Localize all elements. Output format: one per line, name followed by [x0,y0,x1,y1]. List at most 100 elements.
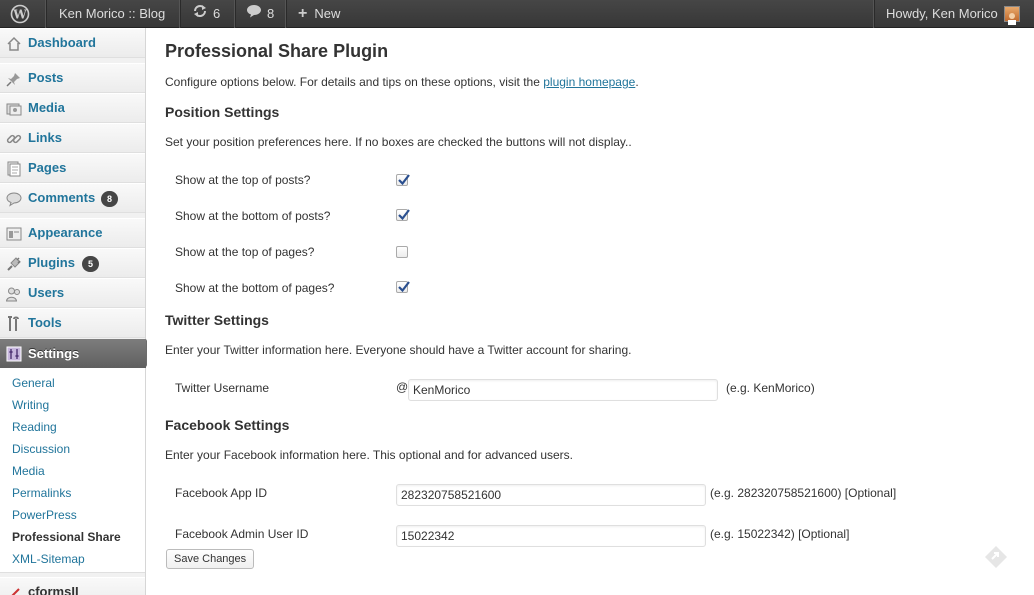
updates-icon [192,0,208,28]
facebook-app-id-hint: (e.g. 282320758521600) [Optional] [710,486,897,500]
submenu-powerpress[interactable]: PowerPress [12,507,77,523]
bottom-of-posts-checkbox[interactable] [396,209,410,221]
comments-link[interactable]: 8 [246,0,274,28]
submenu-permalinks[interactable]: Permalinks [12,485,71,501]
menu-pages[interactable]: Pages [0,153,145,183]
users-icon [5,286,22,302]
submenu-writing[interactable]: Writing [12,397,49,413]
chain-link-icon [6,131,22,147]
bottom-of-posts-label: Show at the bottom of posts? [175,209,331,223]
at-sign: @ [396,380,409,394]
menu-appearance-label: Appearance [28,225,103,240]
submenu-general[interactable]: General [12,375,55,391]
new-content-link[interactable]: + New [298,0,340,28]
site-name-label: Ken Morico :: Blog [59,6,166,21]
submenu-media[interactable]: Media [12,463,45,479]
twitter-settings-heading: Twitter Settings [165,312,269,328]
menu-cformsii-label: cformsII [28,584,79,595]
checkmark-icon [398,281,410,293]
save-changes-button[interactable]: Save Changes [166,549,255,569]
position-settings-description: Set your position preferences here. If n… [165,135,632,149]
menu-posts-label: Posts [28,70,64,85]
menu-cformsii[interactable]: cformsII [0,577,145,595]
menu-appearance[interactable]: Appearance [0,218,145,248]
menu-tools-label: Tools [28,315,62,330]
facebook-settings-description: Enter your Facebook information here. Th… [165,448,574,462]
howdy-account-link[interactable]: Howdy, Ken Morico [886,0,1020,28]
main-content: Professional Share Plugin Configure opti… [147,28,1034,595]
dashboard-icon [6,36,22,52]
facebook-app-id-input[interactable] [396,484,706,506]
menu-links[interactable]: Links [0,123,145,153]
position-settings-heading: Position Settings [165,104,280,120]
menu-posts[interactable]: Posts [0,63,145,93]
top-of-pages-checkbox[interactable] [396,246,408,258]
media-icon [6,101,22,117]
submenu-professional-share[interactable]: Professional Share [12,529,121,545]
page-title: Professional Share Plugin [165,41,389,61]
top-of-posts-label: Show at the top of posts? [175,173,311,187]
menu-users[interactable]: Users [0,278,145,308]
checkmark-icon [398,209,410,221]
admin-sidebar: Dashboard Posts Media Links Pages Commen… [0,28,154,595]
twitter-username-input[interactable] [408,379,718,401]
menu-comments-label: Comments [28,190,96,205]
menu-settings-label: Settings [28,346,80,361]
intro-paragraph: Configure options below. For details and… [165,75,639,89]
menu-dashboard[interactable]: Dashboard [0,28,145,58]
facebook-admin-id-label: Facebook Admin User ID [175,527,309,541]
menu-users-label: Users [28,285,65,300]
menu-links-label: Links [28,130,62,145]
pushpin-icon [6,71,22,87]
new-label: New [314,6,341,21]
site-name-link[interactable]: Ken Morico :: Blog [59,0,165,28]
twitter-username-hint: (e.g. KenMorico) [726,381,815,395]
svg-text:W: W [12,8,27,22]
updates-count: 6 [213,6,221,21]
bottom-of-pages-checkbox[interactable] [396,281,410,293]
settings-submenu: General Writing Reading Discussion Media… [0,368,145,573]
settings-icon [6,346,22,362]
menu-pages-label: Pages [28,160,67,175]
tools-icon [6,316,22,332]
facebook-admin-id-hint: (e.g. 15022342) [Optional] [710,527,850,541]
plug-icon [6,256,22,272]
comments-bubble-icon [246,0,262,28]
comments-count-badge: 8 [101,191,118,207]
plugin-homepage-link[interactable]: plugin homepage [543,75,635,89]
wordpress-logo-icon[interactable]: W [10,0,36,28]
menu-comments[interactable]: Comments 8 [0,183,145,213]
twitter-username-label: Twitter Username [175,381,270,395]
pages-icon [6,161,22,177]
bottom-of-pages-label: Show at the bottom of pages? [175,281,335,295]
plugins-update-badge: 5 [82,256,99,272]
howdy-label: Howdy, Ken Morico [886,6,998,21]
avatar [1003,6,1020,25]
share-arrow-icon [983,544,1009,573]
submenu-xml-sitemap[interactable]: XML-Sitemap [12,551,85,567]
menu-plugins-label: Plugins [28,255,75,270]
menu-media[interactable]: Media [0,93,145,123]
plus-icon: + [298,5,308,22]
facebook-settings-heading: Facebook Settings [165,417,290,433]
top-of-pages-label: Show at the top of pages? [175,245,315,259]
comments-icon [6,191,22,207]
comments-count: 8 [267,6,275,21]
facebook-admin-id-input[interactable] [396,525,706,547]
submenu-discussion[interactable]: Discussion [12,441,70,457]
twitter-settings-description: Enter your Twitter information here. Eve… [165,343,632,357]
menu-plugins[interactable]: Plugins 5 [0,248,145,278]
facebook-app-id-label: Facebook App ID [175,486,268,500]
menu-tools[interactable]: Tools [0,308,145,338]
cforms-icon [6,585,22,595]
top-of-posts-checkbox[interactable] [396,174,410,186]
menu-settings[interactable]: Settings [0,339,154,368]
admin-bar: W Ken Morico :: Blog 6 8 + New Howdy, Ke… [0,0,1034,28]
intro-text: Configure options below. For details and… [165,75,544,89]
intro-end: . [635,75,639,89]
appearance-icon [6,226,22,242]
menu-dashboard-label: Dashboard [28,35,96,50]
menu-media-label: Media [28,100,65,115]
updates-link[interactable]: 6 [192,0,220,28]
submenu-reading[interactable]: Reading [12,419,57,435]
